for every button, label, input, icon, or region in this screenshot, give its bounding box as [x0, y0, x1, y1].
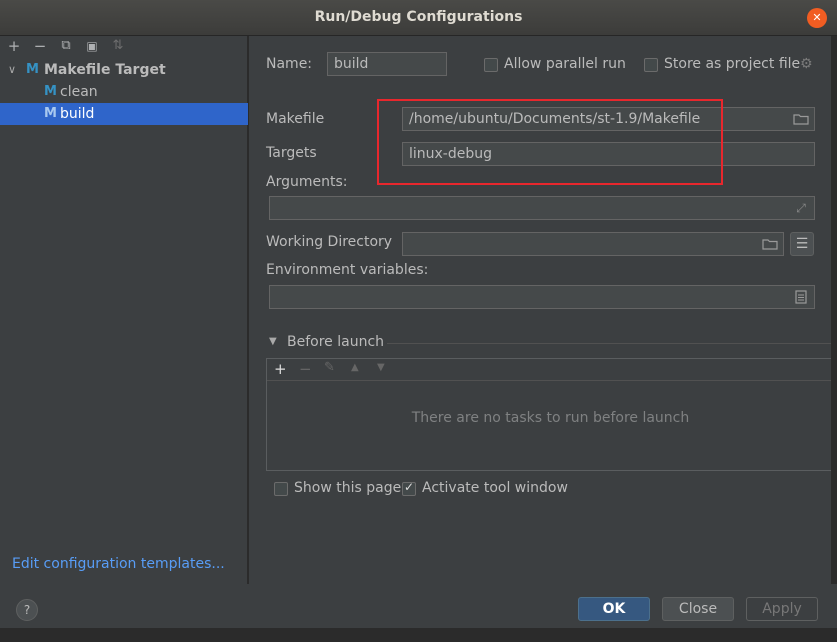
right-edge-strip	[831, 36, 837, 584]
activate-tool-window-checkbox[interactable]	[402, 480, 416, 496]
name-field[interactable]: build	[327, 52, 447, 76]
window-title: Run/Debug Configurations	[314, 9, 523, 25]
sort-configurations-button[interactable]: ⇅	[109, 37, 127, 55]
edit-configuration-templates-link[interactable]: Edit configuration templates...	[12, 556, 225, 572]
close-button[interactable]: Close	[662, 597, 734, 621]
arguments-field[interactable]: ⤢	[269, 196, 815, 220]
title-bar: Run/Debug Configurations ✕	[0, 0, 837, 36]
tree-group-label: Makefile Target	[44, 62, 166, 78]
show-this-page-label: Show this page	[294, 480, 402, 496]
folder-icon[interactable]	[762, 236, 778, 252]
environment-variables-label: Environment variables:	[266, 262, 429, 278]
before-launch-separator	[387, 343, 835, 344]
allow-parallel-run-checkbox[interactable]	[484, 58, 498, 72]
gear-icon[interactable]: ⚙	[800, 56, 813, 72]
arguments-label: Arguments:	[266, 174, 348, 190]
apply-button[interactable]: Apply	[746, 597, 818, 621]
triangle-down-icon[interactable]: ▼	[269, 336, 277, 347]
tree-item-build[interactable]: M build	[0, 103, 248, 125]
working-directory-label: Working Directory	[266, 234, 393, 250]
activate-tool-window-label: Activate tool window	[422, 480, 568, 496]
tree-group-makefile-target[interactable]: ∨ M Makefile Target	[0, 59, 248, 81]
remove-task-button[interactable]: −	[299, 360, 312, 378]
working-directory-field[interactable]	[402, 232, 784, 256]
edit-task-icon[interactable]: ✎	[324, 360, 335, 375]
makefile-icon: M	[44, 106, 57, 121]
expand-icon[interactable]: ⤢	[793, 200, 809, 216]
close-window-button[interactable]: ✕	[807, 8, 827, 28]
makefile-icon: M	[26, 62, 39, 77]
chevron-down-icon[interactable]: ∨	[8, 59, 16, 81]
environment-variables-field[interactable]	[269, 285, 815, 309]
tree-item-label: clean	[60, 84, 98, 100]
makefile-label: Makefile	[266, 111, 325, 127]
background-editor-strip	[0, 628, 837, 642]
tree-toolbar: + − ⧉ ▣ ⇅	[0, 36, 248, 58]
move-down-button[interactable]: ▼	[377, 362, 385, 373]
help-button[interactable]: ?	[16, 599, 38, 621]
show-this-page-checkbox[interactable]	[274, 482, 288, 496]
targets-label: Targets	[266, 145, 317, 161]
store-as-project-file-checkbox[interactable]	[644, 58, 658, 72]
before-launch-label[interactable]: Before launch	[287, 334, 384, 350]
remove-configuration-button[interactable]: −	[31, 37, 49, 55]
before-launch-toolbar: + − ✎ ▲ ▼	[267, 359, 834, 381]
move-up-button[interactable]: ▲	[351, 362, 359, 373]
macros-button[interactable]: ☰	[790, 232, 814, 256]
move-to-folder-button[interactable]: ▣	[83, 37, 101, 55]
allow-parallel-run-label: Allow parallel run	[504, 56, 626, 72]
dialog-button-bar: ? OK Close Apply	[0, 584, 837, 642]
document-icon[interactable]	[793, 289, 809, 305]
tree-item-label: build	[60, 106, 95, 122]
configuration-form: Name: build Allow parallel run Store as …	[249, 36, 837, 584]
before-launch-task-list[interactable]: + − ✎ ▲ ▼ There are no tasks to run befo…	[266, 358, 835, 471]
store-as-project-file-label: Store as project file	[664, 56, 801, 72]
highlight-annotation-box	[377, 99, 723, 185]
add-task-button[interactable]: +	[274, 360, 287, 378]
name-label: Name:	[266, 56, 313, 72]
configuration-tree-panel: + − ⧉ ▣ ⇅ ∨ M Makefile Target M clean M …	[0, 36, 248, 584]
ok-button[interactable]: OK	[578, 597, 650, 621]
tree-item-clean[interactable]: M clean	[0, 81, 248, 103]
copy-configuration-button[interactable]: ⧉	[57, 37, 75, 55]
makefile-icon: M	[44, 84, 57, 99]
folder-icon[interactable]	[793, 111, 809, 127]
add-configuration-button[interactable]: +	[5, 37, 23, 55]
empty-tasks-message: There are no tasks to run before launch	[411, 410, 690, 426]
